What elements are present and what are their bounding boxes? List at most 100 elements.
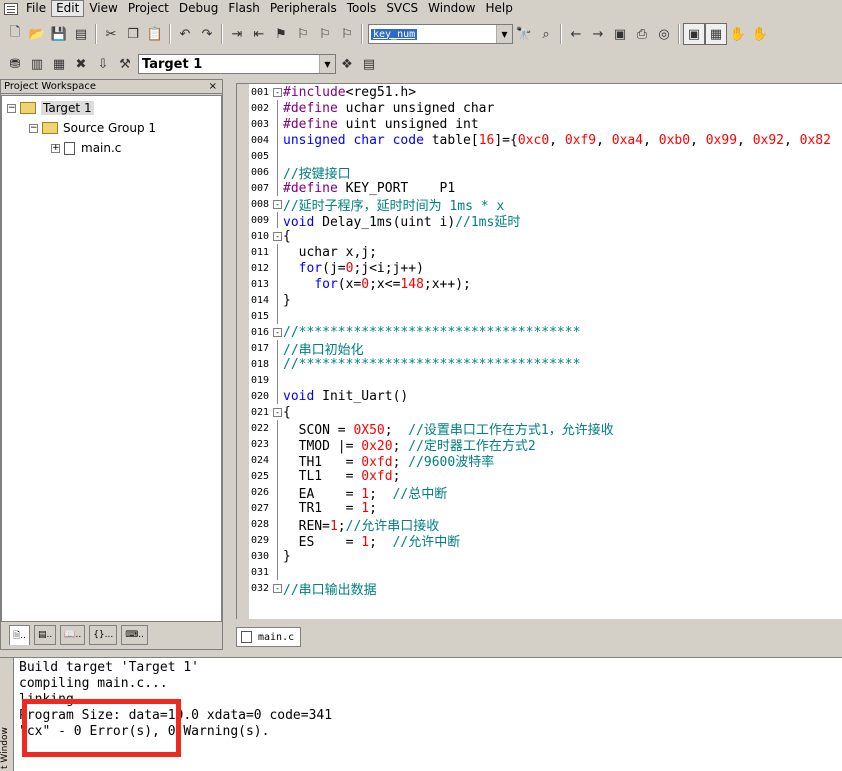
workspace-title: Project Workspace	[4, 81, 97, 92]
menu-project[interactable]: Project	[123, 1, 174, 16]
code-line: 029 ES = 1; //允许中断	[251, 532, 842, 550]
target-select[interactable]: Target 1 ▼	[138, 54, 336, 74]
bookmark-icon[interactable]: ⚑	[270, 23, 292, 45]
editor-tabs: main.c	[236, 626, 336, 648]
line-number: 015	[251, 310, 270, 322]
output-line: compiling main.c...	[19, 676, 168, 691]
toolbar-separator	[678, 24, 680, 44]
line-number: 005	[251, 150, 270, 162]
bookmark-clear-icon[interactable]: ⚐	[336, 23, 358, 45]
menu-file[interactable]: File	[21, 1, 51, 16]
code-text: {	[283, 228, 291, 244]
code-line: 032-//串口输出数据	[251, 580, 842, 598]
browse-icon[interactable]: ▣	[609, 23, 631, 45]
tab-main-c-label: main.c	[258, 631, 295, 643]
indent-icon[interactable]: ⇥	[226, 23, 248, 45]
code-text: EA = 1; //总中断	[283, 486, 448, 502]
line-number: 013	[251, 278, 270, 290]
close-icon[interactable]: ×	[209, 80, 222, 93]
line-number: 017	[251, 342, 270, 354]
fold-toggle-icon[interactable]: -	[273, 407, 282, 417]
line-number: 014	[251, 294, 270, 306]
tree-item-main-c[interactable]: + main.c	[51, 139, 121, 157]
print-icon[interactable]: ⎙	[631, 23, 653, 45]
code-text: }	[283, 548, 291, 564]
menu-window[interactable]: Window	[423, 1, 480, 16]
fold-toggle-icon[interactable]: -	[273, 199, 282, 209]
chevron-down-icon[interactable]: ▼	[496, 25, 512, 43]
c-file-icon	[64, 141, 75, 155]
bookmark-prev-icon[interactable]: ⚐	[314, 23, 336, 45]
fold-toggle-icon[interactable]: -	[273, 231, 282, 241]
cut-icon[interactable]: ✂	[100, 23, 122, 45]
line-number: 024	[251, 454, 270, 466]
tab-files[interactable]: 🗎 ..	[9, 625, 30, 645]
build-icon[interactable]: ▥	[26, 53, 48, 75]
code-text: void Init_Uart()	[283, 388, 409, 404]
debug-session-icon[interactable]: ◎	[653, 23, 675, 45]
expand-icon[interactable]: +	[51, 143, 60, 153]
save-all-icon[interactable]: ▤	[70, 23, 92, 45]
redo-icon[interactable]: ↷	[196, 23, 218, 45]
new-file-icon[interactable]: 🗋	[4, 23, 26, 45]
bookmark-next-icon[interactable]: ⚐	[292, 23, 314, 45]
paste-icon[interactable]: 📋	[144, 23, 166, 45]
line-number: 026	[251, 486, 270, 498]
c-file-icon	[241, 631, 252, 643]
target-options-icon[interactable]: ⚒	[114, 53, 136, 75]
error-highlight-box	[22, 699, 181, 757]
stop-build-icon[interactable]: ✖	[70, 53, 92, 75]
code-text: //串口输出数据	[283, 582, 377, 598]
menu-flash[interactable]: Flash	[223, 1, 264, 16]
code-line: 003 #define uint unsigned int	[251, 116, 842, 132]
code-editor[interactable]: 001- #include<reg51.h> 002 #define uchar un…	[236, 83, 842, 619]
menu-debug[interactable]: Debug	[174, 1, 223, 16]
hand-icon[interactable]: ✋	[727, 23, 749, 45]
find-combo[interactable]: key_num ▼	[368, 24, 513, 44]
menu-svcs[interactable]: SVCS	[381, 1, 423, 16]
menu-edit[interactable]: Edit	[51, 0, 85, 17]
rebuild-icon[interactable]: ▦	[48, 53, 70, 75]
open-folder-icon[interactable]: 📂	[26, 23, 48, 45]
manage-books-icon[interactable]: ▤	[358, 53, 380, 75]
code-line: 014}	[251, 292, 842, 308]
code-line: 001- #include<reg51.h>	[251, 84, 842, 100]
tab-books[interactable]: 📖 ..	[60, 625, 86, 645]
download-icon[interactable]: ⇩	[92, 53, 114, 75]
tab-functions[interactable]: {}...	[89, 625, 118, 645]
tree-label-source-group: Source Group 1	[63, 121, 157, 135]
forward-arrow-icon[interactable]: →	[587, 23, 609, 45]
window-layout-icon[interactable]: ▣	[683, 23, 705, 45]
tree-item-target[interactable]: − Target 1	[7, 99, 94, 117]
find-in-files-icon[interactable]: 🔭	[513, 23, 535, 45]
copy-icon[interactable]: ❐	[122, 23, 144, 45]
tree-item-source-group[interactable]: − Source Group 1	[29, 119, 156, 137]
save-icon[interactable]: 💾	[48, 23, 70, 45]
fold-toggle-icon[interactable]: -	[273, 327, 282, 337]
chevron-down-icon[interactable]: ▼	[319, 55, 335, 73]
code-text: uchar x,j;	[283, 244, 377, 260]
tab-templates[interactable]: ⌨ ..	[121, 625, 148, 645]
find-icon[interactable]: ⌕	[535, 23, 557, 45]
project-tree: − Target 1 − Source Group 1 + main.c	[1, 95, 222, 622]
fold-toggle-icon[interactable]: -	[273, 583, 282, 593]
menu-help[interactable]: Help	[480, 1, 517, 16]
line-number: 027	[251, 502, 270, 514]
code-line: 015	[251, 308, 842, 324]
collapse-icon[interactable]: −	[7, 103, 16, 113]
tab-registers[interactable]: ▤ ..	[33, 625, 57, 645]
menu-view[interactable]: View	[84, 1, 122, 16]
components-icon[interactable]: ❖	[336, 53, 358, 75]
config-icon[interactable]: ✋	[749, 23, 771, 45]
fold-toggle-icon[interactable]: -	[273, 87, 282, 97]
unindent-icon[interactable]: ⇤	[248, 23, 270, 45]
collapse-icon[interactable]: −	[29, 123, 38, 133]
tab-main-c[interactable]: main.c	[236, 627, 302, 647]
fold-guide	[277, 372, 287, 388]
undo-icon[interactable]: ↶	[174, 23, 196, 45]
window-arrange-icon[interactable]: ▦	[705, 23, 727, 45]
menu-tools[interactable]: Tools	[342, 1, 382, 16]
menu-peripherals[interactable]: Peripherals	[265, 1, 342, 16]
translate-icon[interactable]: ⛃	[4, 53, 26, 75]
back-arrow-icon[interactable]: ←	[565, 23, 587, 45]
